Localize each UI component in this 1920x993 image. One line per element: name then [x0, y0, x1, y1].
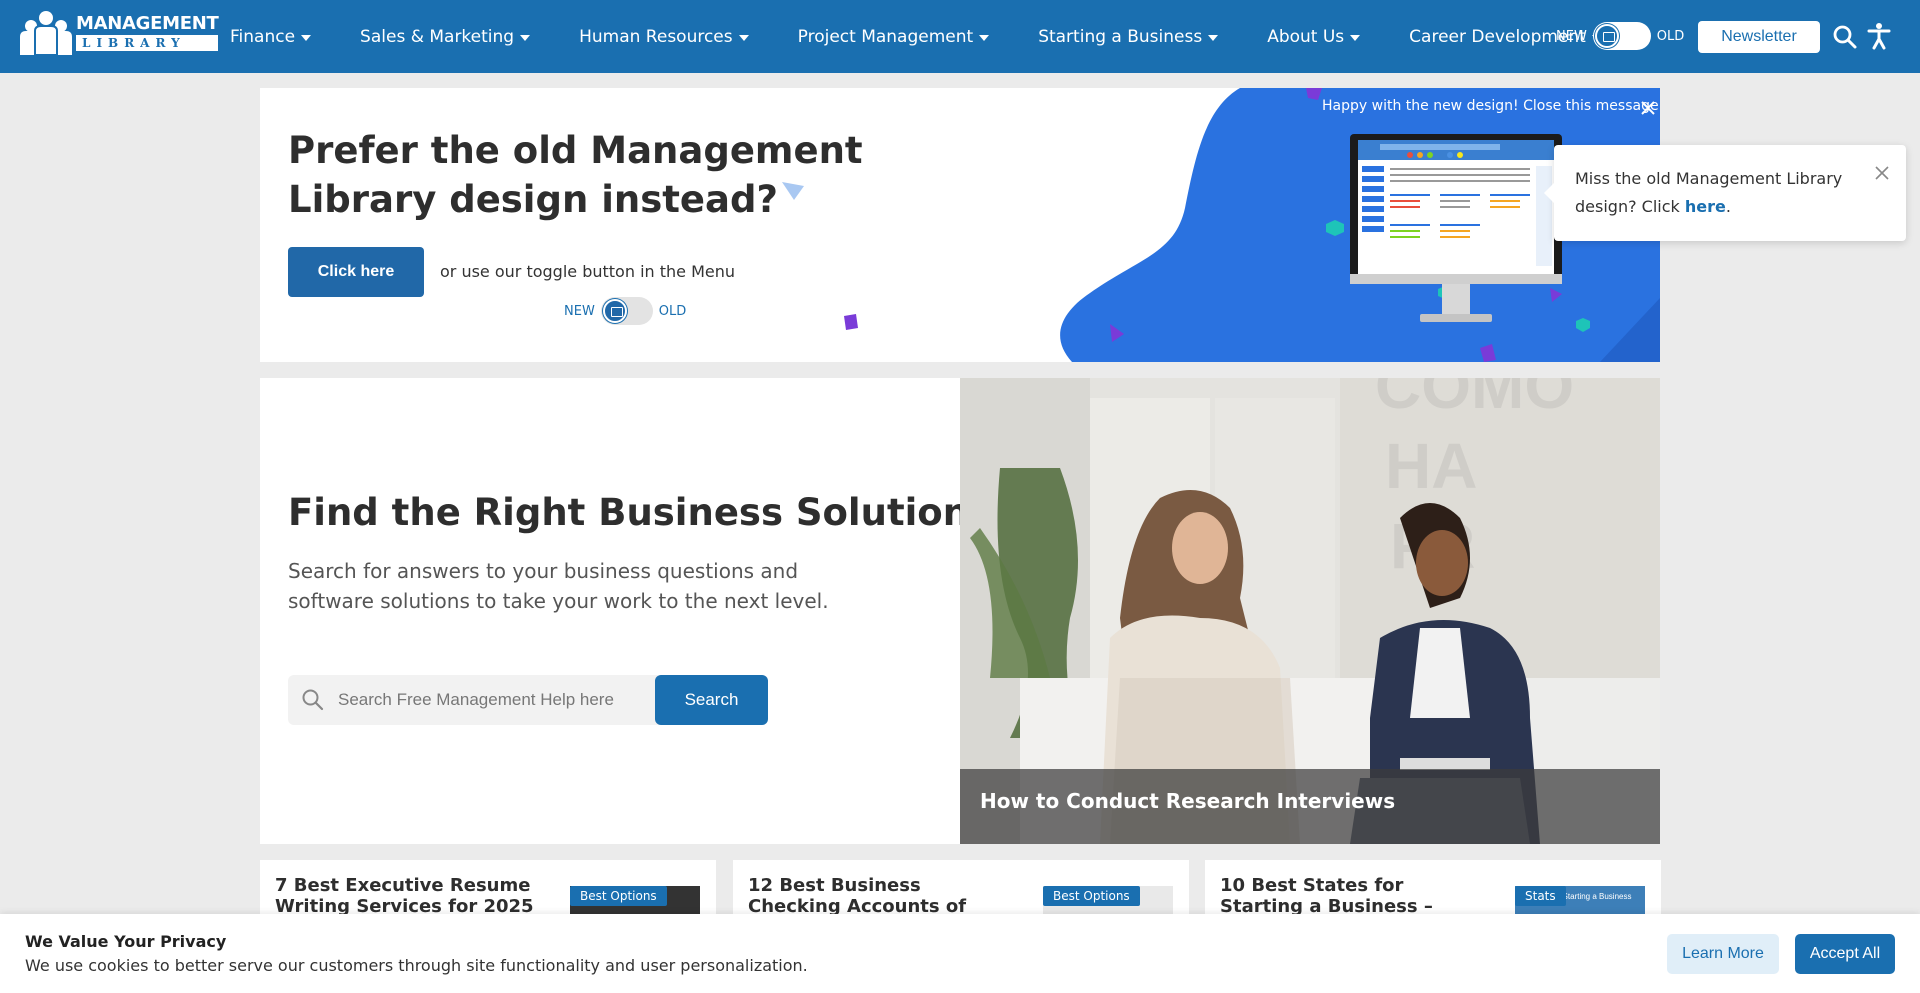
newsletter-button[interactable]: Newsletter [1698, 21, 1820, 53]
caret-down-icon [1208, 34, 1219, 41]
caret-down-icon [520, 34, 531, 41]
tooltip-period: . [1725, 197, 1731, 216]
search-icon[interactable] [1832, 24, 1858, 50]
nav-item-label: Starting a Business [1038, 26, 1203, 47]
monitor-icon [602, 299, 627, 323]
design-toggle-switch[interactable] [600, 297, 653, 325]
main-menu: Finance Sales & Marketing Human Resource… [230, 0, 1602, 73]
learn-more-button[interactable]: Learn More [1667, 934, 1779, 974]
hero-caption-bar: How to Conduct Research Interviews [960, 769, 1660, 844]
hero-caption[interactable]: How to Conduct Research Interviews [980, 789, 1395, 813]
nav-item-label: Sales & Marketing [360, 26, 515, 47]
svg-text:COMO: COMO [1375, 378, 1574, 422]
card-badge: Best Options [1043, 886, 1140, 906]
search-button[interactable]: Search [655, 675, 768, 725]
hero-title: Find the Right Business Solutions [288, 491, 992, 534]
logo-text-library: LIBRARY [76, 34, 219, 51]
search-input[interactable] [338, 690, 638, 710]
caret-down-icon [1350, 34, 1361, 41]
nav-item-human-resources[interactable]: Human Resources [579, 27, 749, 47]
click-here-button[interactable]: Click here [288, 247, 424, 297]
site-logo[interactable]: MANAGEMENT LIBRARY [18, 9, 219, 56]
nav-item-project-management[interactable]: Project Management [798, 27, 990, 47]
decorative-shape [782, 182, 804, 200]
close-icon[interactable] [1638, 98, 1658, 118]
decorative-shape [844, 314, 858, 330]
search-field-wrapper [288, 675, 658, 725]
nav-item-about-us[interactable]: About Us [1267, 26, 1361, 47]
tooltip-here-link[interactable]: here [1685, 197, 1726, 216]
caret-down-icon [979, 34, 990, 41]
toggle-new-label: NEW [564, 303, 595, 319]
toggle-old-label: OLD [658, 303, 687, 319]
nav-item-label: About Us [1267, 26, 1345, 47]
logo-people-icon [18, 9, 74, 56]
hero-image-interview[interactable]: COMO HA FR How to Conduct Research Inter… [960, 378, 1660, 844]
promo-title: Prefer the old Management Library design… [288, 129, 863, 221]
caret-down-icon [301, 34, 312, 41]
toggle-old-label: OLD [1656, 28, 1685, 44]
logo-text-management: MANAGEMENT [76, 12, 219, 34]
hero-section: Find the Right Business Solutions Search… [260, 378, 1660, 844]
hero-subtitle: Search for answers to your business ques… [288, 559, 829, 613]
toggle-new-label: NEW [1556, 28, 1587, 44]
cookie-heading: We Value Your Privacy [25, 932, 227, 951]
close-icon[interactable] [1874, 165, 1890, 181]
card-badge: Best Options [570, 886, 667, 906]
nav-item-label: Project Management [797, 26, 974, 47]
nav-item-sales-marketing[interactable]: Sales & Marketing [360, 26, 531, 47]
nav-item-label: Human Resources [579, 26, 733, 47]
svg-text:HA: HA [1385, 430, 1477, 502]
nav-item-finance[interactable]: Finance [230, 26, 312, 47]
search-icon [302, 689, 324, 711]
promo-toggle-hint: or use our toggle button in the Menu [440, 262, 736, 281]
accept-all-button[interactable]: Accept All [1795, 934, 1895, 974]
accessibility-icon[interactable] [1866, 22, 1892, 50]
caret-down-icon [738, 34, 749, 41]
monitor-icon [1594, 24, 1619, 48]
cookie-text: We use cookies to better serve our custo… [25, 956, 808, 975]
cookie-consent-bar: We Value Your Privacy We use cookies to … [0, 914, 1920, 993]
close-message-text[interactable]: Happy with the new design! Close this me… [1322, 98, 1659, 114]
card-title[interactable]: 7 Best Executive Resume Writing Services… [275, 875, 535, 917]
top-navigation: MANAGEMENT LIBRARY Finance Sales & Marke… [0, 0, 1920, 73]
decorative-shape [1576, 318, 1590, 332]
old-design-monitor-illustration [1350, 134, 1562, 322]
nav-item-starting-a-business[interactable]: Starting a Business [1038, 26, 1219, 47]
card-badge: Stats [1515, 886, 1566, 906]
design-toggle-switch[interactable] [1592, 22, 1651, 50]
old-design-tooltip: Miss the old Management Library design? … [1544, 145, 1906, 241]
nav-item-label: Finance [230, 26, 296, 47]
design-toggle-promo: NEW OLD [564, 297, 686, 325]
old-design-promo-banner: Prefer the old Management Library design… [260, 88, 1660, 362]
design-toggle-nav: NEW OLD [1556, 22, 1684, 50]
